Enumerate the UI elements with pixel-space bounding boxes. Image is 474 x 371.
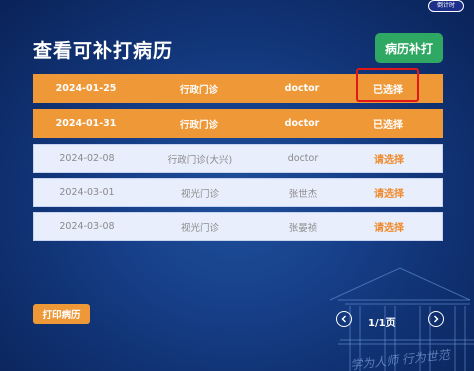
select-button[interactable]: 请选择 (344, 219, 434, 234)
select-button[interactable]: 请选择 (344, 185, 434, 200)
prev-page-button[interactable] (336, 311, 352, 327)
table-row[interactable]: 2024-01-31 行政门诊 doctor 已选择 (33, 109, 443, 138)
selection-highlight-box (356, 68, 419, 102)
visit-doctor: doctor (284, 118, 320, 129)
chevron-right-icon (433, 315, 439, 323)
select-button[interactable]: 请选择 (344, 151, 434, 166)
visit-date: 2024-03-01 (59, 187, 115, 198)
visit-date: 2024-01-31 (55, 118, 117, 129)
background-motto: 学为人师 行为世范 (350, 348, 453, 371)
page-indicator: 1/1页 (368, 318, 396, 329)
visit-department: 行政门诊 (179, 84, 218, 96)
table-row[interactable]: 2024-03-01 视光门诊 张世杰 请选择 (33, 178, 443, 207)
table-row[interactable]: 2024-03-08 视光门诊 张晏祯 请选择 (33, 212, 443, 241)
visit-department: 行政门诊(大兴) (167, 154, 233, 166)
visit-date: 2024-02-08 (59, 153, 115, 164)
visit-doctor: 张晏祯 (288, 222, 318, 234)
countdown-timer: 倒计时 (428, 0, 464, 12)
page-title: 查看可补打病历 (33, 40, 174, 62)
supplement-records-button[interactable]: 病历补打 (375, 33, 443, 63)
next-page-button[interactable] (428, 311, 444, 327)
visit-date: 2024-01-25 (55, 83, 117, 94)
table-row[interactable]: 2024-02-08 行政门诊(大兴) doctor 请选择 (33, 144, 443, 173)
visit-department: 视光门诊 (180, 222, 219, 234)
visit-department: 行政门诊 (179, 119, 218, 131)
visit-date: 2024-03-08 (59, 221, 115, 232)
visit-doctor: doctor (284, 83, 320, 94)
visit-doctor: doctor (287, 153, 319, 164)
print-records-button[interactable]: 打印病历 (33, 304, 90, 324)
select-status[interactable]: 已选择 (343, 116, 433, 131)
visit-doctor: 张世杰 (288, 188, 318, 200)
chevron-left-icon (341, 315, 347, 323)
visit-department: 视光门诊 (180, 188, 219, 200)
